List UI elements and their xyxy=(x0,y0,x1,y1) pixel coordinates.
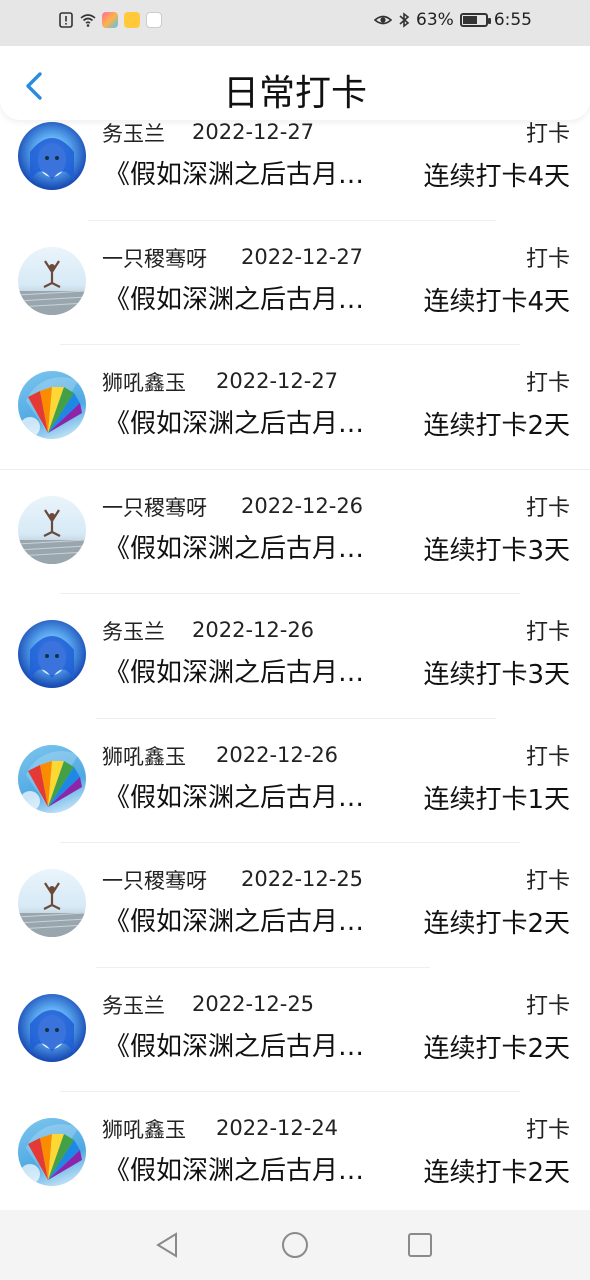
user-avatar[interactable] xyxy=(18,371,86,439)
page-title: 日常打卡 xyxy=(222,73,367,114)
checkin-action-button[interactable]: 打卡 xyxy=(526,116,570,148)
checkin-date: 2022-12-27 xyxy=(241,244,364,269)
eye-icon xyxy=(374,15,393,25)
app-icon-1 xyxy=(102,12,118,28)
checkin-record-item[interactable]: 务玉兰 2022-12-25 打卡《假如深渊之后古月… 连续打卡2天 xyxy=(0,968,590,1092)
checkin-action-button[interactable]: 打卡 xyxy=(526,490,570,522)
checkin-date: 2022-12-26 xyxy=(216,742,339,767)
checkin-date: 2022-12-25 xyxy=(192,991,315,1016)
streak-count: 连续打卡4天 xyxy=(423,162,570,192)
checkin-action-button[interactable]: 打卡 xyxy=(526,1112,570,1144)
back-triangle-icon[interactable] xyxy=(152,1230,182,1260)
streak-count: 连续打卡4天 xyxy=(423,286,570,317)
streak-count: 连续打卡1天 xyxy=(423,784,570,815)
book-title: 《假如深渊之后古月… xyxy=(104,1156,365,1186)
user-nickname: 狮吼鑫玉 xyxy=(102,371,186,395)
battery-icon xyxy=(459,13,491,27)
user-avatar[interactable] xyxy=(18,122,86,190)
checkin-record-list: 务玉兰 2022-12-27 打卡 《假如深渊之后古月… 连续打卡4天 一只稷骞呀 2022… xyxy=(0,96,590,1217)
checkin-action-button[interactable]: 打卡 xyxy=(526,988,570,1020)
checkin-record-item[interactable]: 狮吼鑫玉 2022-12-24 打卡《假如深渊之后古月… 连续打卡2天 xyxy=(0,1092,590,1217)
streak-count: 连续打卡2天 xyxy=(423,1158,570,1188)
book-title: 《假如深渊之后古月… xyxy=(104,1031,365,1062)
alert-icon xyxy=(59,12,73,28)
book-title: 《假如深渊之后古月… xyxy=(104,533,365,564)
status-right-icons: 63% 6:55 xyxy=(374,10,532,30)
checkin-record-item[interactable]: 一只稷骞呀 2022-12-26 打卡《假如深渊之后古月… 连续打卡3天 xyxy=(0,470,590,594)
checkin-record-item[interactable]: 一只稷骞呀 2022-12-27 打卡《假如深渊之后古月… 连续打卡4天 xyxy=(0,221,590,345)
user-nickname: 一只稷骞呀 xyxy=(102,246,207,271)
checkin-date: 2022-12-26 xyxy=(241,493,364,518)
checkin-date: 2022-12-25 xyxy=(241,867,364,891)
checkin-record-item[interactable]: 狮吼鑫玉 2022-12-26 打卡《假如深渊之后古月… 连续打卡1天 xyxy=(0,719,590,843)
checkin-action-button[interactable]: 打卡 xyxy=(526,614,570,646)
recents-square-icon[interactable] xyxy=(405,1230,435,1260)
streak-count: 连续打卡3天 xyxy=(423,660,570,690)
app-header: 日常打卡 xyxy=(0,46,590,120)
book-title: 《假如深渊之后古月… xyxy=(104,782,365,813)
user-avatar[interactable] xyxy=(18,744,86,813)
user-nickname: 一只稷骞呀 xyxy=(102,869,207,893)
checkin-action-button[interactable]: 打卡 xyxy=(526,739,570,771)
user-nickname: 狮吼鑫玉 xyxy=(102,1118,186,1142)
book-title: 《假如深渊之后古月… xyxy=(104,658,365,688)
checkin-record-item[interactable]: 一只稷骞呀 2022-12-25 打卡《假如深渊之后古月… 连续打卡2天 xyxy=(0,843,590,968)
streak-count: 连续打卡2天 xyxy=(423,1033,570,1064)
status-bar: 63% 6:55 xyxy=(0,0,590,46)
app-icon-2 xyxy=(124,12,140,28)
user-nickname: 务玉兰 xyxy=(102,122,165,146)
system-nav-bar xyxy=(0,1210,590,1280)
user-avatar[interactable] xyxy=(18,495,86,564)
user-avatar[interactable] xyxy=(18,246,86,315)
user-nickname: 务玉兰 xyxy=(102,620,165,644)
checkin-date: 2022-12-27 xyxy=(216,369,339,393)
clock: 6:55 xyxy=(493,10,532,30)
user-avatar[interactable] xyxy=(18,869,86,937)
checkin-record-item[interactable]: 务玉兰 2022-12-26 打卡《假如深渊之后古月… 连续打卡3天 xyxy=(0,594,590,719)
checkin-date: 2022-12-26 xyxy=(192,618,315,642)
streak-count: 连续打卡2天 xyxy=(423,909,570,939)
user-avatar[interactable] xyxy=(18,993,86,1062)
checkin-action-button[interactable]: 打卡 xyxy=(526,241,570,273)
checkin-date: 2022-12-24 xyxy=(216,1116,339,1140)
user-nickname: 狮吼鑫玉 xyxy=(102,744,186,769)
user-avatar[interactable] xyxy=(18,1118,86,1186)
book-title: 《假如深渊之后古月… xyxy=(104,160,365,190)
book-title: 《假如深渊之后古月… xyxy=(104,284,365,315)
streak-count: 连续打卡3天 xyxy=(423,535,570,566)
user-nickname: 务玉兰 xyxy=(102,993,165,1018)
status-left-icons xyxy=(58,12,162,28)
battery-percent: 63% xyxy=(416,10,454,30)
checkin-date: 2022-12-27 xyxy=(192,120,315,144)
streak-count: 连续打卡2天 xyxy=(423,411,570,441)
app-icon-3 xyxy=(146,12,162,28)
checkin-record-item[interactable]: 狮吼鑫玉 2022-12-27 打卡《假如深渊之后古月… 连续打卡2天 xyxy=(0,345,590,470)
checkin-action-button[interactable]: 打卡 xyxy=(526,365,570,397)
book-title: 《假如深渊之后古月… xyxy=(104,409,365,439)
user-nickname: 一只稷骞呀 xyxy=(102,495,207,520)
user-avatar[interactable] xyxy=(18,620,86,688)
bluetooth-icon xyxy=(399,12,410,28)
checkin-action-button[interactable]: 打卡 xyxy=(526,863,570,895)
home-circle-icon[interactable] xyxy=(280,1230,310,1260)
book-title: 《假如深渊之后古月… xyxy=(104,907,365,937)
wifi-icon xyxy=(80,14,96,27)
